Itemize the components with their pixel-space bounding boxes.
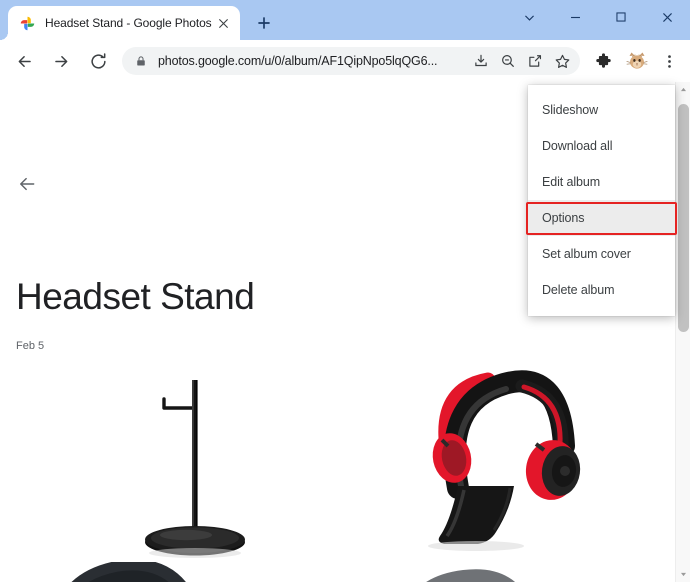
photo-grey-leather-headphones[interactable] xyxy=(340,562,661,582)
photo-teal-gaming-headset[interactable] xyxy=(12,562,333,582)
photo-grid xyxy=(12,364,662,582)
browser-tab-active[interactable]: Headset Stand - Google Photos xyxy=(0,6,240,40)
back-arrow-icon[interactable] xyxy=(9,46,39,76)
photo-grid-row xyxy=(12,562,662,582)
menu-item-options[interactable]: Options xyxy=(528,200,675,236)
forward-arrow-icon[interactable] xyxy=(46,46,76,76)
menu-item-edit-album[interactable]: Edit album xyxy=(528,164,675,200)
google-photos-pinwheel-icon xyxy=(19,15,36,32)
window-controls xyxy=(506,0,690,34)
menu-item-slideshow[interactable]: Slideshow xyxy=(528,92,675,128)
scrollbar-thumb[interactable] xyxy=(678,104,689,332)
tab-title: Headset Stand - Google Photos xyxy=(45,16,212,30)
lock-icon[interactable] xyxy=(133,53,149,69)
scroll-down-icon[interactable] xyxy=(676,567,690,582)
photo-black-pole-stand[interactable] xyxy=(12,364,333,562)
share-icon[interactable] xyxy=(522,48,548,74)
tab-strip: Headset Stand - Google Photos xyxy=(0,0,690,40)
album-back-button[interactable] xyxy=(13,170,41,198)
menu-item-set-album-cover[interactable]: Set album cover xyxy=(528,236,675,272)
zoom-out-icon[interactable] xyxy=(495,48,521,74)
menu-item-download-all[interactable]: Download all xyxy=(528,128,675,164)
new-tab-button[interactable] xyxy=(250,9,278,37)
close-button[interactable] xyxy=(644,0,690,34)
profile-avatar[interactable] xyxy=(624,48,650,74)
close-icon[interactable] xyxy=(214,14,232,32)
album-options-dropdown: Slideshow Download all Edit album Option… xyxy=(528,85,675,316)
puzzle-piece-icon[interactable] xyxy=(589,47,617,75)
minimize-button[interactable] xyxy=(552,0,598,34)
photo-grid-row xyxy=(12,364,662,562)
page-title: Headset Stand xyxy=(16,276,255,317)
address-bar[interactable]: photos.google.com/u/0/album/AF1QipNpo5lq… xyxy=(122,47,580,75)
maximize-button[interactable] xyxy=(598,0,644,34)
browser-toolbar: photos.google.com/u/0/album/AF1QipNpo5lq… xyxy=(0,40,690,82)
browser-window: Headset Stand - Google Photos photos.goo… xyxy=(0,0,690,582)
photo-red-headphones-on-stand[interactable] xyxy=(340,364,661,562)
tab-search-button[interactable] xyxy=(506,0,552,34)
url-text: photos.google.com/u/0/album/AF1QipNpo5lq… xyxy=(158,54,438,68)
three-dot-menu-icon[interactable] xyxy=(655,47,683,75)
download-icon[interactable] xyxy=(468,48,494,74)
bookmark-star-icon[interactable] xyxy=(549,48,575,74)
scroll-up-icon[interactable] xyxy=(676,82,690,97)
menu-item-delete-album[interactable]: Delete album xyxy=(528,272,675,308)
page-scrollbar[interactable] xyxy=(675,82,690,582)
album-date: Feb 5 xyxy=(16,340,45,352)
reload-icon[interactable] xyxy=(83,46,113,76)
